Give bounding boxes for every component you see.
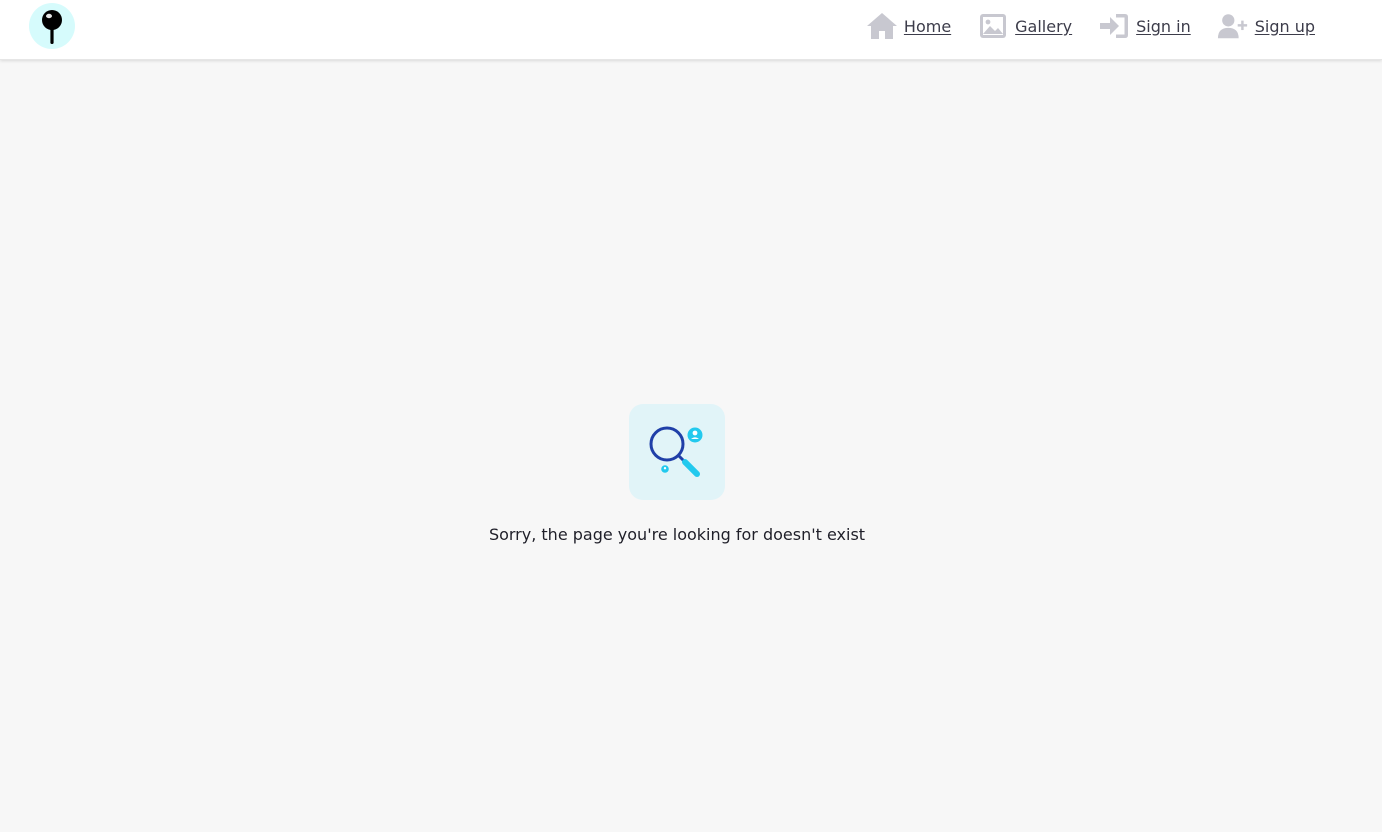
nav-home[interactable]: Home — [866, 11, 951, 41]
nav-sign-up-label: Sign up — [1254, 16, 1315, 36]
nav-sign-in-label: Sign in — [1136, 16, 1191, 36]
empty-state-illustration — [629, 404, 725, 500]
not-found-message: Sorry, the page you're looking for doesn… — [488, 525, 866, 544]
nav-sign-up[interactable]: Sign up — [1217, 11, 1315, 41]
top-navbar: Home Gallery Sign in Sign up — [0, 0, 1382, 60]
logo-link[interactable] — [29, 3, 75, 49]
nav-home-label: Home — [903, 16, 952, 36]
magnifier-search-icon — [649, 426, 703, 477]
main-nav: Home Gallery Sign in Sign up — [866, 0, 1315, 52]
image-icon — [980, 14, 1007, 38]
nav-gallery[interactable]: Gallery — [977, 11, 1072, 41]
pin-icon — [42, 10, 62, 44]
nav-sign-in[interactable]: Sign in — [1098, 11, 1191, 41]
home-icon — [866, 13, 897, 39]
user-plus-icon — [1217, 14, 1247, 39]
main-content: Sorry, the page you're looking for doesn… — [0, 60, 1382, 832]
sign-in-icon — [1100, 14, 1129, 38]
nav-gallery-label: Gallery — [1015, 16, 1073, 36]
